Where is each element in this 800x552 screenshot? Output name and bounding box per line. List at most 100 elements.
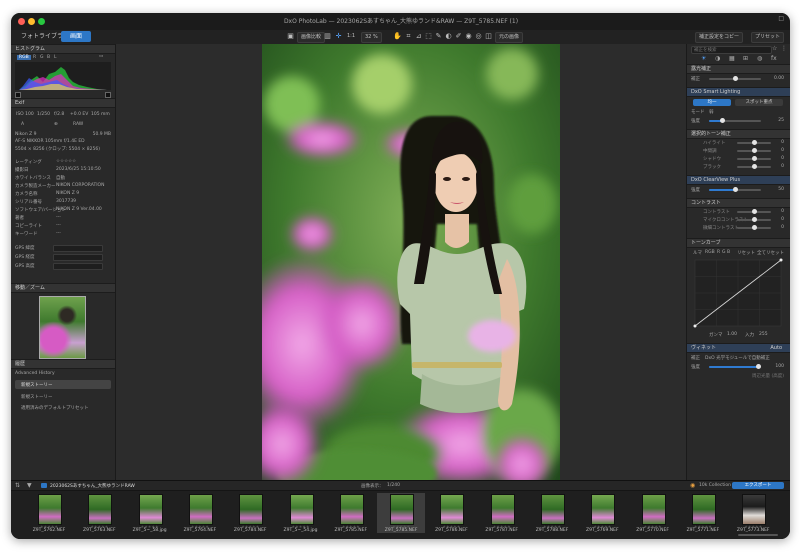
- curve-tab-g[interactable]: G: [722, 250, 726, 255]
- vignette-advanced-link[interactable]: 周辺光量 (高度): [752, 373, 784, 379]
- thumbnail[interactable]: ★★★★★ Z9T_5773.NEF: [729, 493, 777, 533]
- slider-value[interactable]: 0: [781, 140, 784, 145]
- thumbnail[interactable]: ★★★★★ Z9T_5785.NEF: [377, 493, 426, 533]
- main-photo[interactable]: [262, 44, 560, 480]
- clearview-value[interactable]: 50: [778, 187, 784, 192]
- curve-reset-button[interactable]: リセット: [737, 250, 755, 256]
- curve-tab-b[interactable]: B: [727, 250, 730, 255]
- slider-value[interactable]: 0: [781, 225, 784, 230]
- repair-icon[interactable]: ✎: [434, 32, 443, 41]
- slider-track[interactable]: [737, 225, 771, 230]
- zoom-level-select[interactable]: 32 %: [361, 32, 382, 43]
- intensity-slider[interactable]: [709, 118, 761, 123]
- gamma-value[interactable]: 1.00: [727, 332, 737, 337]
- intensity-slider-knob[interactable]: [720, 118, 725, 123]
- crop-icon[interactable]: ⌗: [404, 32, 413, 41]
- navigator-thumbnail[interactable]: [39, 296, 86, 359]
- color-tab-icon[interactable]: ◑: [715, 55, 720, 62]
- display-icon[interactable]: ▣: [286, 32, 295, 41]
- slider-value[interactable]: 0: [781, 217, 784, 222]
- histogram-tab-b[interactable]: B: [47, 55, 50, 60]
- collection-button[interactable]: 10k Collection: [699, 483, 731, 488]
- slider-track[interactable]: [737, 156, 771, 161]
- gps-field[interactable]: [53, 254, 103, 261]
- image-compare-button[interactable]: 画像比較: [297, 32, 326, 43]
- clearview-slider-knob[interactable]: [733, 187, 738, 192]
- slider-knob[interactable]: [752, 156, 757, 161]
- thumbnail[interactable]: ★★★★★ Z9T_5787.NEF: [478, 493, 526, 533]
- slider-knob[interactable]: [752, 209, 757, 214]
- intensity-value[interactable]: 25: [778, 118, 784, 123]
- slider-track[interactable]: [737, 209, 771, 214]
- perspective-icon[interactable]: ⬚: [424, 32, 433, 41]
- histogram-tab-g[interactable]: G: [40, 55, 44, 60]
- gps-field[interactable]: [53, 263, 103, 270]
- vignette-intensity-value[interactable]: 100: [775, 364, 784, 369]
- slider-track[interactable]: [737, 217, 771, 222]
- clearview-header[interactable]: DxO ClearView Plus: [687, 175, 790, 185]
- histogram-tab-r[interactable]: R: [33, 55, 36, 60]
- gps-field[interactable]: [53, 245, 103, 252]
- geometry-tab-icon[interactable]: ⊞: [743, 55, 748, 62]
- curve-tab-r[interactable]: R: [717, 250, 720, 255]
- detail-tab-icon[interactable]: ▦: [729, 55, 735, 62]
- monitor-icon[interactable]: ▭: [99, 54, 103, 59]
- histogram-header[interactable]: ヒストグラム: [11, 44, 115, 54]
- vignette-slider[interactable]: [709, 364, 761, 369]
- light-tab-icon[interactable]: ☀: [701, 55, 706, 62]
- slider-knob[interactable]: [752, 140, 757, 145]
- exif-header[interactable]: Exif: [11, 98, 115, 108]
- tone-header[interactable]: 選択的トーン補正: [687, 129, 790, 139]
- history-header[interactable]: 履歴: [11, 359, 115, 369]
- exposure-slider[interactable]: [709, 76, 761, 81]
- minimize-window-button[interactable]: [28, 18, 35, 25]
- thumbnail[interactable]: ★★★★★ Z9T_5784.NEF: [226, 493, 274, 533]
- exposure-header[interactable]: 露光補正: [687, 64, 790, 74]
- thumbnail[interactable]: ★★★★★ Z9T_5762.NEF: [25, 493, 73, 533]
- vignette-auto-label[interactable]: Auto: [770, 344, 782, 352]
- hand-tool-icon[interactable]: ✋: [393, 32, 402, 41]
- slider-track[interactable]: [737, 164, 771, 169]
- copy-settings-button[interactable]: 補正設定をコピー: [695, 32, 744, 43]
- star-icon[interactable]: ☆: [772, 45, 777, 52]
- thumbnail[interactable]: ★★★★★ Z9T_5770.NEF: [629, 493, 677, 533]
- slider-knob[interactable]: [752, 148, 757, 153]
- thumbnail[interactable]: ★★★★★ Z9T_5~_58.jpg: [126, 493, 174, 533]
- tone-curve-graph[interactable]: [687, 258, 790, 330]
- export-button[interactable]: エクスポート: [732, 482, 784, 489]
- zoom-1to1-button[interactable]: 1:1: [344, 32, 358, 41]
- fx-tab-icon[interactable]: fx: [771, 55, 777, 62]
- redeye-icon[interactable]: ◉: [464, 32, 473, 41]
- thumbnail[interactable]: ★★★★★ Z9T_5785.NEF: [327, 493, 375, 533]
- thumbnail[interactable]: ★★★★★ Z9T_5764.NEF: [176, 493, 224, 533]
- thumbnail[interactable]: ★★★★★ Z9T_5763.NEF: [75, 493, 123, 533]
- input-value[interactable]: 255: [759, 332, 768, 337]
- preset-button[interactable]: プリセット: [751, 32, 785, 43]
- uniform-mode-button[interactable]: 均一: [693, 99, 731, 106]
- exposure-slider-knob[interactable]: [733, 76, 738, 81]
- thumbnail[interactable]: ★★★★★ Z9T_5769.NEF: [578, 493, 626, 533]
- zoom-window-button[interactable]: [38, 18, 45, 25]
- spot-weighted-button[interactable]: スポット重点: [735, 99, 783, 106]
- vignette-mode-value[interactable]: DxO 光学モジュールで自動補正: [705, 355, 770, 361]
- watermark-tab-icon[interactable]: ◍: [757, 55, 762, 62]
- slider-track[interactable]: [737, 140, 771, 145]
- filmstrip-scrollbar[interactable]: [738, 534, 778, 536]
- navigator-header[interactable]: 移動／ズーム: [11, 283, 115, 293]
- split-view-icon[interactable]: ◫: [484, 32, 493, 41]
- sort-icon[interactable]: ⇅: [15, 482, 20, 489]
- filter-icon[interactable]: ▼: [27, 482, 32, 489]
- curve-tab-luma[interactable]: ルマ: [693, 250, 702, 256]
- close-window-button[interactable]: [18, 18, 25, 25]
- slider-value[interactable]: 0: [781, 209, 784, 214]
- history-item-selected[interactable]: 新規ストーリー: [15, 380, 111, 389]
- layout-icon[interactable]: ▥: [323, 32, 332, 41]
- slider-knob[interactable]: [752, 217, 757, 222]
- slider-knob[interactable]: [752, 164, 757, 169]
- slider-knob[interactable]: [752, 225, 757, 230]
- smart-lighting-header[interactable]: DxO Smart Lighting: [687, 87, 790, 97]
- tab-customize[interactable]: 画面: [61, 31, 91, 42]
- tone-curve-header[interactable]: トーンカーブ: [687, 238, 790, 248]
- crosshair-icon[interactable]: ✛: [334, 32, 343, 41]
- clearview-slider[interactable]: [709, 187, 761, 192]
